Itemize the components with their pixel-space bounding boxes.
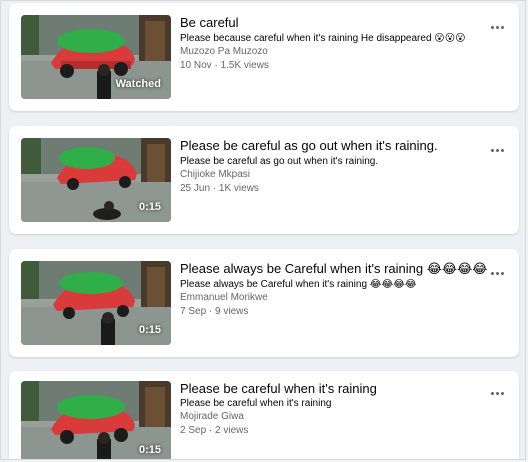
video-author[interactable]: Chijioke Mkpasi <box>180 169 250 180</box>
video-result-card[interactable]: 0:15 Please be careful when it's raining… <box>9 371 519 459</box>
more-options-icon[interactable] <box>490 142 505 152</box>
video-description: Please be careful as go out when it's ra… <box>180 156 379 167</box>
video-description: Please because careful when it's raining… <box>180 33 466 44</box>
watched-badge: Watched <box>115 78 161 90</box>
video-date-views: 10 Nov · 1.5K views <box>180 60 269 71</box>
video-result-card[interactable]: 0:15 Please be careful as go out when it… <box>9 126 519 234</box>
video-results-list: Watched Be careful Please because carefu… <box>0 0 526 460</box>
more-options-icon[interactable] <box>490 385 505 395</box>
video-date-views: 7 Sep · 9 views <box>180 306 249 317</box>
duration-badge: 0:15 <box>138 201 161 213</box>
video-title[interactable]: Be careful <box>180 15 239 30</box>
video-author[interactable]: Emmanuel Morikwe <box>180 292 268 303</box>
duration-badge: 0:15 <box>138 444 161 456</box>
duration-badge: 0:15 <box>138 324 161 336</box>
video-title[interactable]: Please always be Careful when it's raini… <box>180 261 487 277</box>
video-description: Please be careful when it's raining <box>180 398 332 409</box>
video-title[interactable]: Please be careful as go out when it's ra… <box>180 138 438 153</box>
video-author[interactable]: Muzozo Pa Muzozo <box>180 46 268 57</box>
video-author[interactable]: Mojirade Giwa <box>180 411 244 422</box>
video-date-views: 25 Jun · 1K views <box>180 183 259 194</box>
more-options-icon[interactable] <box>490 19 505 29</box>
more-options-icon[interactable] <box>490 265 505 275</box>
video-description: Please always be Careful when it's raini… <box>180 279 417 290</box>
video-thumbnail[interactable]: 0:15 <box>21 138 171 222</box>
video-title[interactable]: Please be careful when it's raining <box>180 381 377 396</box>
video-result-card[interactable]: Watched Be careful Please because carefu… <box>9 3 519 111</box>
video-result-card[interactable]: 0:15 Please always be Careful when it's … <box>9 249 519 357</box>
video-thumbnail[interactable]: 0:15 <box>21 261 171 345</box>
video-thumbnail[interactable]: Watched <box>21 15 171 99</box>
video-thumbnail[interactable]: 0:15 <box>21 381 171 459</box>
video-date-views: 2 Sep · 2 views <box>180 425 249 436</box>
